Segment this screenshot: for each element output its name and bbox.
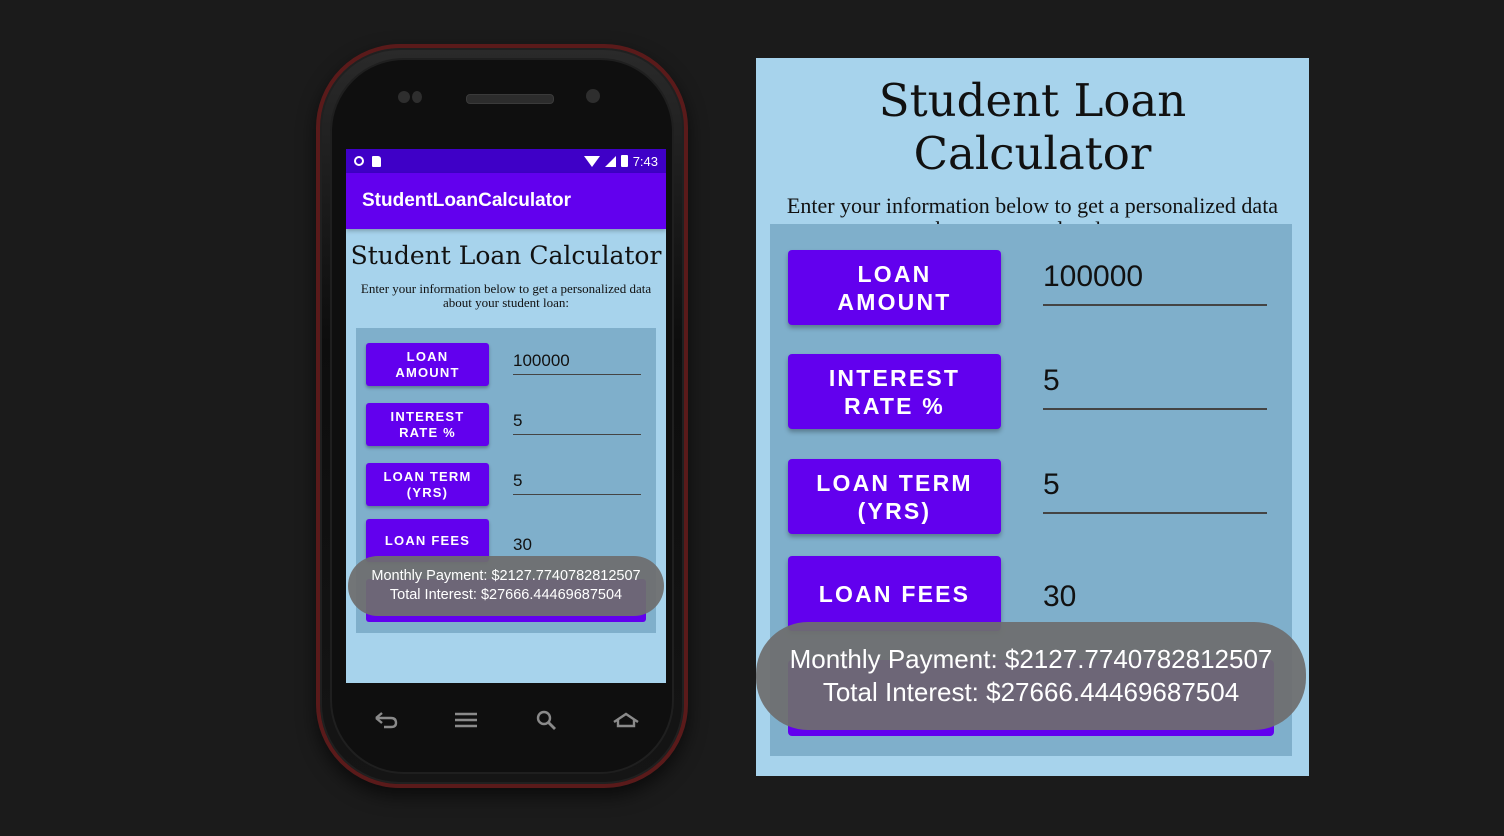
sensor-icon bbox=[412, 91, 422, 103]
earpiece-speaker bbox=[466, 94, 554, 104]
interest-rate-input[interactable]: 5 bbox=[513, 407, 641, 435]
sensor-icon bbox=[398, 91, 410, 103]
zoom-interest-rate-button[interactable]: INTEREST RATE % bbox=[788, 354, 1001, 429]
loan-term-button[interactable]: LOAN TERM (YRS) bbox=[366, 463, 489, 506]
result-toast: Monthly Payment: $2127.7740782812507 Tot… bbox=[348, 556, 664, 616]
status-bar: 7:43 bbox=[346, 149, 666, 173]
zoom-loan-fees-input[interactable]: 30 bbox=[1043, 580, 1267, 626]
wifi-icon bbox=[583, 155, 600, 167]
phone-screen: 7:43 StudentLoanCalculator Student Loan … bbox=[346, 149, 666, 683]
battery-icon bbox=[620, 155, 628, 167]
page-title: Student Loan Calculator bbox=[350, 241, 662, 270]
nav-bar bbox=[346, 700, 666, 740]
loan-term-input[interactable]: 5 bbox=[513, 467, 641, 495]
zoom-loan-amount-input[interactable]: 100000 bbox=[1043, 260, 1267, 306]
loan-fees-input[interactable]: 30 bbox=[513, 531, 641, 559]
zoom-toast-monthly-payment: Monthly Payment: $2127.7740782812507 bbox=[789, 644, 1273, 674]
zoom-loan-term-button[interactable]: LOAN TERM (YRS) bbox=[788, 459, 1001, 534]
home-icon[interactable] bbox=[611, 707, 641, 733]
zoom-toast-total-interest: Total Interest: $27666.44469687504 bbox=[822, 677, 1240, 707]
search-icon[interactable] bbox=[531, 707, 561, 733]
front-camera-icon bbox=[586, 89, 600, 103]
page-subtitle: Enter your information below to get a pe… bbox=[360, 281, 652, 310]
loan-amount-button[interactable]: LOAN AMOUNT bbox=[366, 343, 489, 386]
sd-card-icon bbox=[372, 155, 381, 167]
phone-device: 7:43 StudentLoanCalculator Student Loan … bbox=[316, 44, 688, 788]
status-time: 7:43 bbox=[632, 153, 658, 169]
zoomed-view: Student Loan Calculator Enter your infor… bbox=[756, 58, 1309, 776]
signal-icon bbox=[604, 155, 616, 167]
zoom-interest-rate-input[interactable]: 5 bbox=[1043, 364, 1267, 410]
zoom-loan-fees-button[interactable]: LOAN FEES bbox=[788, 556, 1001, 631]
menu-icon[interactable] bbox=[451, 707, 481, 733]
zoom-result-toast: Monthly Payment: $2127.7740782812507 Tot… bbox=[756, 622, 1306, 730]
notification-icon bbox=[354, 156, 364, 166]
interest-rate-button[interactable]: INTEREST RATE % bbox=[366, 403, 489, 446]
toast-monthly-payment: Monthly Payment: $2127.7740782812507 bbox=[371, 568, 641, 584]
zoom-page-title: Student Loan Calculator bbox=[878, 74, 1187, 180]
back-icon[interactable] bbox=[371, 707, 401, 733]
loan-amount-input[interactable]: 100000 bbox=[513, 347, 641, 375]
toast-total-interest: Total Interest: $27666.44469687504 bbox=[389, 587, 623, 603]
zoom-loan-amount-button[interactable]: LOAN AMOUNT bbox=[788, 250, 1001, 325]
app-bar: StudentLoanCalculator bbox=[346, 173, 666, 229]
app-title: StudentLoanCalculator bbox=[362, 190, 572, 211]
zoom-loan-term-input[interactable]: 5 bbox=[1043, 468, 1267, 514]
